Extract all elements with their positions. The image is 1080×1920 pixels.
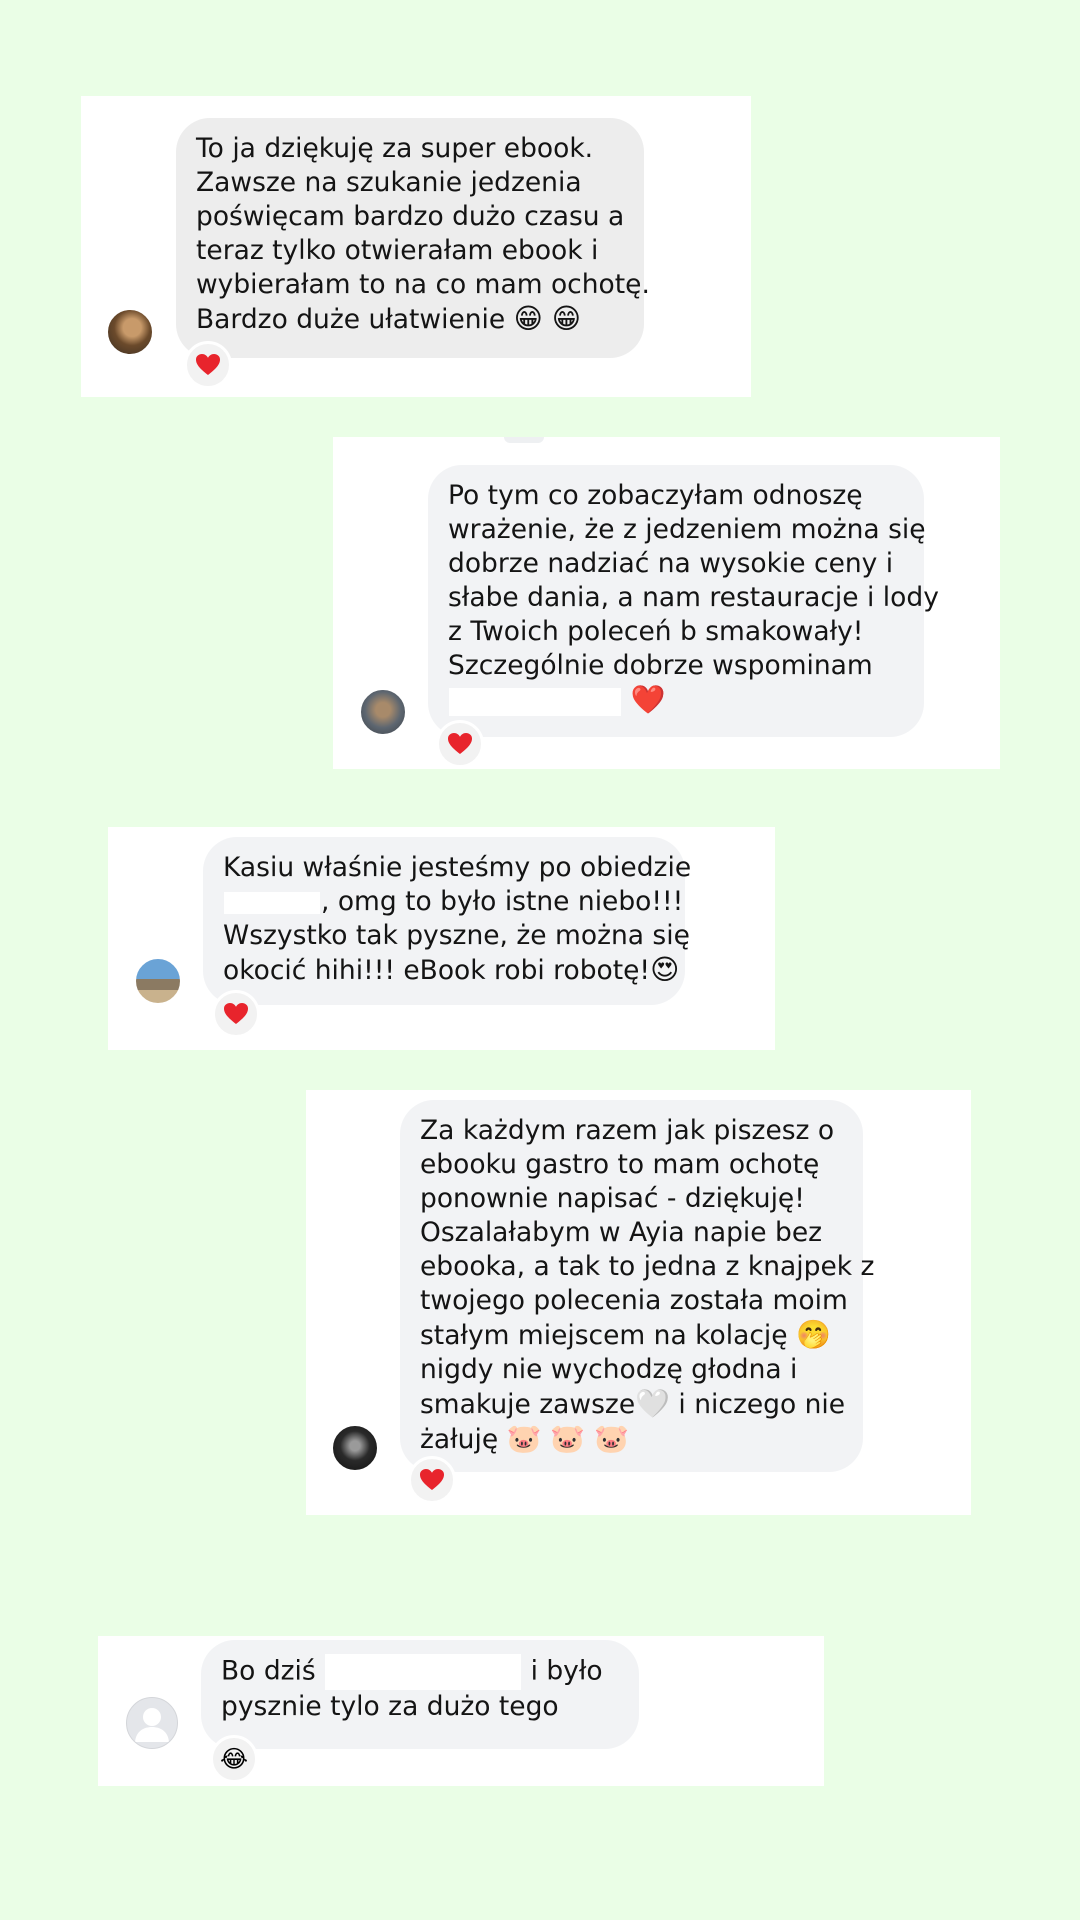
message-line: , omg to było istne niebo!!! [321, 886, 684, 917]
heart-icon [419, 1468, 445, 1492]
message-bubble-2[interactable]: Po tym co zobaczyłam odnoszę wrażenie, ż… [428, 465, 939, 737]
reaction-badge[interactable] [212, 990, 260, 1038]
heart-eyes-emoji-icon: 😍 [650, 953, 680, 986]
heart-icon [447, 732, 473, 756]
message-line: pysznie tylo za dużo tego [221, 1691, 559, 1722]
message-line: ponownie napisać - dziękuję! [420, 1183, 805, 1214]
message-line: nigdy nie wychodzę głodna i [420, 1354, 798, 1385]
avatar[interactable] [134, 957, 182, 1005]
message-line: Za każdym razem jak piszesz o [420, 1115, 835, 1146]
message-bubble-5[interactable]: Bo dziś i było pysznie tylo za dużo tego [201, 1640, 639, 1749]
avatar[interactable] [359, 688, 407, 736]
grinning-emoji-icon: 😁 😁 [513, 302, 581, 335]
heart-icon [223, 1002, 249, 1026]
message-line: ebooka, a tak to jedna z knajpek z [420, 1251, 875, 1282]
message-line: Po tym co zobaczyłam odnoszę [448, 480, 863, 511]
message-line: twojego polecenia została moim [420, 1285, 848, 1316]
message-line: Wszystko tak pyszne, że można się [223, 920, 690, 951]
divider [504, 437, 544, 443]
message-line: smakuje zawsze [420, 1389, 636, 1420]
message-line: z Twoich poleceń b smakowały! [448, 616, 864, 647]
heart-icon [195, 353, 221, 377]
redacted-text [325, 1654, 522, 1690]
message-line: Oszalałabym w Ayia napie bez [420, 1217, 823, 1248]
message-line: To ja dziękuję za super ebook. [196, 133, 594, 164]
message-line: Bardzo duże ułatwienie [196, 304, 506, 335]
message-line: dobrze nadziać na wysokie ceny i [448, 548, 894, 579]
message-line: wrażenie, że z jedzeniem można się [448, 514, 926, 545]
message-line: i niczego nie [670, 1389, 846, 1420]
avatar[interactable] [126, 1697, 178, 1749]
message-line: stałym miejscem na kolację [420, 1320, 788, 1351]
avatar[interactable] [106, 308, 154, 356]
white-heart-emoji-icon: 🤍 [635, 1387, 670, 1420]
pig-face-emoji-icon: 🐷 🐷 🐷 [506, 1422, 629, 1455]
redacted-text [224, 891, 320, 914]
message-line: Szczególnie dobrze wspominam [448, 650, 873, 681]
message-line: teraz tylko otwierałam ebook i [196, 235, 599, 266]
reaction-badge[interactable] [184, 341, 232, 389]
message-line: i było [522, 1655, 603, 1687]
redacted-text [449, 687, 621, 716]
message-line: poświęcam bardzo dużo czasu a [196, 201, 625, 232]
message-line: Zawsze na szukanie jedzenia [196, 167, 582, 198]
avatar[interactable] [331, 1424, 379, 1472]
message-line: Bo dziś [221, 1655, 325, 1687]
hand-over-mouth-emoji-icon: 🤭 [796, 1318, 831, 1351]
message-bubble-1[interactable]: To ja dziękuję za super ebook. Zawsze na… [176, 118, 650, 358]
reaction-badge[interactable] [436, 720, 484, 768]
message-line: okocić hihi!!! eBook robi robotę! [223, 955, 651, 986]
message-line: wybierałam to na co mam ochotę. [196, 269, 650, 300]
reaction-badge[interactable]: 😂 [210, 1735, 258, 1783]
message-line: Kasiu właśnie jesteśmy po obiedzie [223, 852, 692, 883]
message-bubble-4[interactable]: Za każdym razem jak piszesz o ebooku gas… [400, 1100, 875, 1472]
message-line: słabe dania, a nam restauracje i lody [448, 582, 939, 613]
message-line: ebooku gastro to mam ochotę [420, 1149, 820, 1180]
reaction-badge[interactable] [408, 1456, 456, 1504]
laughing-tears-icon: 😂 [219, 1745, 249, 1773]
red-heart-emoji-icon: ❤️ [630, 683, 666, 716]
message-line: żałuję [420, 1424, 499, 1455]
default-user-icon [135, 1708, 169, 1742]
message-bubble-3[interactable]: Kasiu właśnie jesteśmy po obiedzie , omg… [203, 837, 692, 1005]
